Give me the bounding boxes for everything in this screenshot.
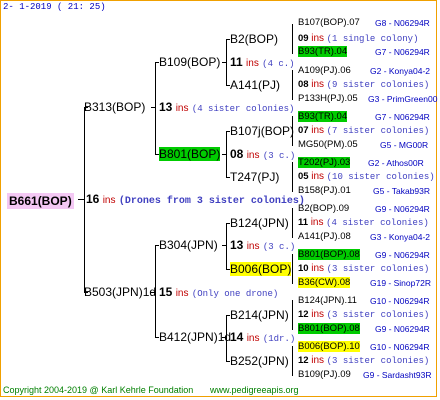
timestamp: 2- 1-2019 ( 21: 25) — [3, 2, 106, 12]
l4-ins: 12 ins (3 sister colonies) — [298, 355, 430, 366]
l2-node[interactable]: B412(JPN)1d — [159, 331, 231, 343]
l4-row[interactable]: B93(TR).04 — [298, 111, 348, 122]
l3-node[interactable]: B252(JPN) — [230, 355, 289, 367]
l1-node[interactable]: B503(JPN)1d — [84, 286, 156, 298]
connector — [292, 24, 293, 54]
l2-node[interactable]: B801(BOP) — [159, 147, 221, 161]
l4-gen: G19 - Sinop72R — [370, 278, 431, 288]
l4-ins: 09 ins (1 single colony) — [298, 33, 419, 44]
l3-node[interactable]: B107j(BOP) — [230, 125, 294, 137]
connector — [155, 62, 156, 154]
l4-row[interactable]: T202(PJ).03 — [298, 157, 351, 168]
l4-ins: 12 ins (3 sister colonies) — [298, 309, 430, 320]
l1-info: 15 ins (Only one drone) — [159, 285, 279, 299]
l3-node[interactable]: T247(PJ) — [230, 171, 279, 183]
l4-row[interactable]: B801(BOP).08 — [298, 249, 360, 260]
l2-node[interactable]: B109(BOP) — [159, 56, 220, 68]
l3-node[interactable]: B006(BOP) — [230, 262, 292, 276]
l3-node[interactable]: B2(BOP) — [230, 33, 278, 45]
l4-row[interactable]: MG50(PM).05 — [298, 140, 358, 150]
root-queen[interactable]: B661(BOP) — [7, 193, 74, 209]
l4-row[interactable]: B801(BOP).08 — [298, 323, 360, 334]
l4-row[interactable]: B158(PJ).01 — [298, 186, 351, 196]
l4-gen: G3 - PrimGreen00 — [368, 94, 438, 104]
l4-ins: 08 ins (9 sister colonies) — [298, 79, 430, 90]
connector — [292, 70, 293, 100]
l4-gen: G9 - Sardasht93R — [363, 370, 432, 380]
l4-gen: G10 - N06294R — [370, 342, 430, 352]
connector — [292, 208, 293, 238]
l2-node[interactable]: B304(JPN) — [159, 239, 218, 251]
l4-gen: G9 - N06294R — [375, 204, 430, 214]
connector — [292, 300, 293, 330]
site-link[interactable]: www.pedigreeapis.org — [210, 386, 299, 395]
l2-info: 13 ins (3 c.) — [230, 238, 296, 252]
root-drone-info: 16 ins (Drones from 3 sister colonies) — [86, 192, 305, 207]
connector — [226, 223, 227, 269]
l4-gen: G9 - N06294R — [375, 250, 430, 260]
l4-gen: G5 - Takab93R — [373, 186, 431, 196]
l4-ins: 10 ins (3 sister colonies) — [298, 263, 430, 274]
copyright: Copyright 2004-2019 @ Karl Kehrle Founda… — [3, 385, 194, 395]
l4-row[interactable]: B93(TR).04 — [298, 46, 348, 57]
l3-node[interactable]: B214(JPN) — [230, 309, 289, 321]
l4-row[interactable]: B109(PJ).09 — [298, 370, 351, 380]
l2-info: 11 ins (4 c.) — [230, 55, 295, 69]
connector — [226, 131, 227, 177]
l4-row[interactable]: A109(PJ).06 — [298, 66, 351, 76]
l4-row[interactable]: B107(BOP).07 — [298, 18, 360, 28]
l4-gen: G2 - Konya04-2 — [370, 66, 431, 76]
l4-row[interactable]: P133H(PJ).05 — [298, 94, 358, 104]
connector — [292, 346, 293, 376]
connector — [292, 162, 293, 192]
l2-info: 14 ins (1dr.) — [230, 330, 296, 344]
connector — [292, 254, 293, 284]
l3-node[interactable]: A141(PJ) — [230, 79, 280, 91]
connector — [84, 107, 85, 293]
l4-gen: G8 - N06294R — [375, 18, 430, 28]
l4-row[interactable]: B006(BOP).10 — [298, 341, 360, 352]
l4-gen: G9 - N06294R — [375, 324, 430, 334]
connector — [226, 39, 227, 85]
l4-row[interactable]: B36(CW).08 — [298, 277, 351, 288]
l1-node[interactable]: B313(BOP) — [84, 101, 145, 113]
l4-gen: G5 - MG00R — [380, 140, 429, 150]
l4-gen: G7 - N06294R — [375, 112, 430, 122]
l4-ins: 11 ins (4 sister colonies) — [298, 217, 429, 228]
l3-node[interactable]: B124(JPN) — [230, 217, 289, 229]
l4-gen: G2 - Athos00R — [368, 158, 424, 168]
l4-gen: G10 - N06294R — [370, 296, 430, 306]
l1-info: 13 ins (4 sister colonies) — [159, 100, 295, 114]
l4-row[interactable]: A141(PJ).08 — [298, 232, 351, 242]
l4-row[interactable]: B124(JPN).11 — [298, 296, 357, 306]
l4-gen: G3 - Konya04-2 — [370, 232, 431, 242]
l4-gen: G7 - N06294R — [375, 47, 430, 57]
l4-row[interactable]: B2(BOP).09 — [298, 204, 349, 214]
root-queen-name[interactable]: B661(BOP) — [7, 193, 74, 209]
l4-ins: 05 ins (10 sister colonies) — [298, 171, 435, 182]
l4-ins: 07 ins (7 sister colonies) — [298, 125, 430, 136]
l2-info: 08 ins (3 c.) — [230, 147, 296, 161]
